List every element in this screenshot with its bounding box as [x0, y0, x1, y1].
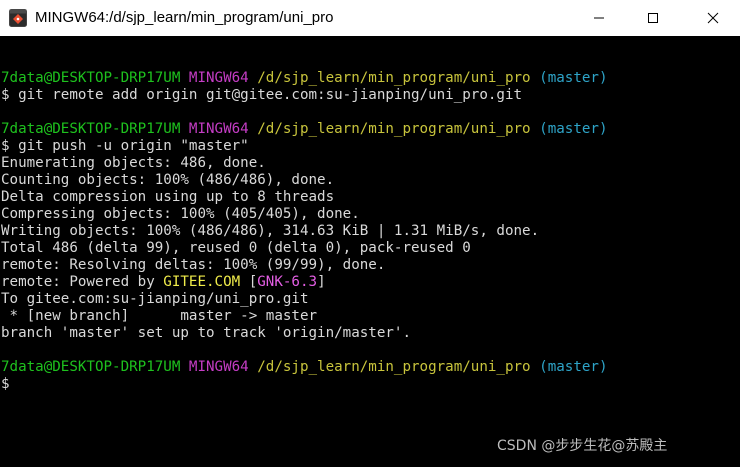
terminal-text: $ git remote add origin git@gitee.com:su… — [1, 87, 523, 103]
terminal-text: MINGW64 — [188, 70, 249, 86]
terminal-text: (master) — [539, 70, 608, 86]
title-bar[interactable]: MINGW64:/d/sjp_learn/min_program/uni_pro — [0, 0, 740, 36]
terminal-line: branch 'master' set up to track 'origin/… — [1, 325, 608, 342]
terminal-text: Enumerating objects: 486, done. — [1, 155, 266, 171]
terminal-line: 7data@DESKTOP-DRP17UM MINGW64 /d/sjp_lea… — [1, 121, 608, 138]
terminal-text: (master) — [539, 121, 608, 137]
terminal-line: Writing objects: 100% (486/486), 314.63 … — [1, 223, 608, 240]
terminal-text: branch 'master' set up to track 'origin/… — [1, 325, 411, 341]
watermark: CSDN @步步生花@苏殿主 — [497, 438, 668, 454]
minimize-icon — [593, 12, 605, 24]
minimize-button[interactable] — [572, 0, 626, 36]
maximize-icon — [647, 12, 659, 24]
terminal-text: Delta compression using up to 8 threads — [1, 189, 335, 205]
terminal-text: /d/sjp_learn/min_program/uni_pro — [257, 70, 531, 86]
terminal-text: Total 486 (delta 99), reused 0 (delta 0)… — [1, 240, 471, 256]
terminal-line: $ git remote add origin git@gitee.com:su… — [1, 87, 608, 104]
terminal-line: remote: Resolving deltas: 100% (99/99), … — [1, 257, 608, 274]
terminal-line: To gitee.com:su-jianping/uni_pro.git — [1, 291, 608, 308]
terminal-line: * [new branch] master -> master — [1, 308, 608, 325]
terminal-lines: 7data@DESKTOP-DRP17UM MINGW64 /d/sjp_lea… — [1, 53, 608, 393]
terminal-text: ] — [317, 274, 326, 290]
terminal-text: MINGW64 — [188, 121, 249, 137]
terminal-text: Compressing objects: 100% (405/405), don… — [1, 206, 360, 222]
terminal-text: /d/sjp_learn/min_program/uni_pro — [257, 359, 531, 375]
terminal-text: MINGW64 — [188, 359, 249, 375]
terminal-text: $ git push -u origin "master" — [1, 138, 249, 154]
terminal-line: 7data@DESKTOP-DRP17UM MINGW64 /d/sjp_lea… — [1, 359, 608, 376]
terminal-text: remote: Powered by — [1, 274, 164, 290]
terminal-text: GNK-6.3 — [257, 274, 318, 290]
terminal-line: $ git push -u origin "master" — [1, 138, 608, 155]
terminal-text: 7data@DESKTOP-DRP17UM — [1, 70, 181, 86]
terminal-text: (master) — [539, 359, 608, 375]
terminal-line: Delta compression using up to 8 threads — [1, 189, 608, 206]
terminal-text: To gitee.com:su-jianping/uni_pro.git — [1, 291, 309, 307]
terminal-line: remote: Powered by GITEE.COM [GNK-6.3] — [1, 274, 608, 291]
terminal-output[interactable]: 7data@DESKTOP-DRP17UM MINGW64 /d/sjp_lea… — [0, 36, 722, 467]
terminal-text: 7data@DESKTOP-DRP17UM — [1, 121, 181, 137]
maximize-button[interactable] — [626, 0, 680, 36]
close-button[interactable] — [686, 0, 740, 36]
terminal-text: /d/sjp_learn/min_program/uni_pro — [257, 121, 531, 137]
terminal-line: Enumerating objects: 486, done. — [1, 155, 608, 172]
terminal-line: Total 486 (delta 99), reused 0 (delta 0)… — [1, 240, 608, 257]
terminal-text: Writing objects: 100% (486/486), 314.63 … — [1, 223, 540, 239]
terminal-line: Counting objects: 100% (486/486), done. — [1, 172, 608, 189]
terminal-text: Counting objects: 100% (486/486), done. — [1, 172, 335, 188]
terminal-text: remote: Resolving deltas: 100% (99/99), … — [1, 257, 386, 273]
git-bash-icon[interactable] — [9, 9, 27, 27]
scrollbar[interactable] — [722, 36, 740, 467]
terminal-line: 7data@DESKTOP-DRP17UM MINGW64 /d/sjp_lea… — [1, 70, 608, 87]
terminal-line: Compressing objects: 100% (405/405), don… — [1, 206, 608, 223]
terminal-text: * [new branch] master -> master — [1, 308, 318, 324]
terminal-text: $ — [1, 376, 10, 392]
window-title: MINGW64:/d/sjp_learn/min_program/uni_pro — [35, 9, 334, 26]
terminal-line: $ — [1, 376, 608, 393]
terminal-text: GITEE.COM — [163, 274, 241, 290]
terminal-text: 7data@DESKTOP-DRP17UM — [1, 359, 181, 375]
terminal-text: [ — [240, 274, 258, 290]
close-icon — [707, 12, 719, 24]
